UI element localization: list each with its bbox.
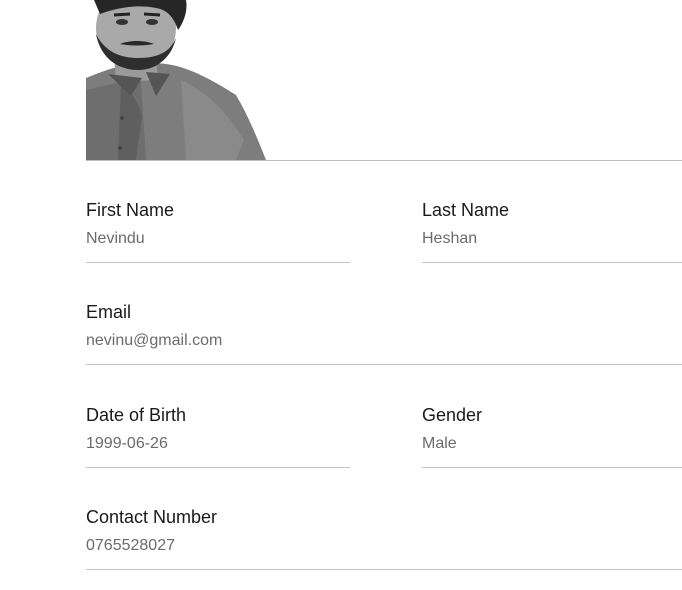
date-of-birth-value[interactable]: 1999-06-26 — [86, 434, 350, 454]
contact-number-label: Contact Number — [86, 507, 218, 527]
contact-number-underline — [86, 569, 682, 570]
email-label: Email — [86, 302, 132, 322]
gender-label: Gender — [422, 405, 483, 425]
first-name-value[interactable]: Nevindu — [86, 229, 350, 249]
last-name-label: Last Name — [422, 200, 510, 220]
gender-underline — [422, 467, 682, 468]
last-name-value[interactable]: Heshan — [422, 229, 682, 249]
date-of-birth-underline — [86, 467, 350, 468]
gender-value[interactable]: Male — [422, 434, 682, 454]
date-of-birth-field[interactable]: Date of Birth 1999-06-26 — [86, 404, 350, 470]
contact-number-field[interactable]: Contact Number 0765528027 — [86, 506, 682, 572]
email-value[interactable]: nevinu@gmail.com — [86, 331, 682, 351]
email-underline — [86, 364, 682, 365]
email-field[interactable]: Email nevinu@gmail.com — [86, 301, 682, 367]
contact-number-value[interactable]: 0765528027 — [86, 536, 682, 556]
first-name-label: First Name — [86, 200, 175, 220]
first-name-underline — [86, 262, 350, 263]
gender-field[interactable]: Gender Male — [422, 404, 682, 470]
first-name-field[interactable]: First Name Nevindu — [86, 199, 350, 265]
last-name-underline — [422, 262, 682, 263]
date-of-birth-label: Date of Birth — [86, 405, 187, 425]
profile-photo — [86, 0, 266, 160]
photo-divider — [86, 160, 682, 161]
last-name-field[interactable]: Last Name Heshan — [422, 199, 682, 265]
profile-photo-image — [86, 0, 266, 160]
